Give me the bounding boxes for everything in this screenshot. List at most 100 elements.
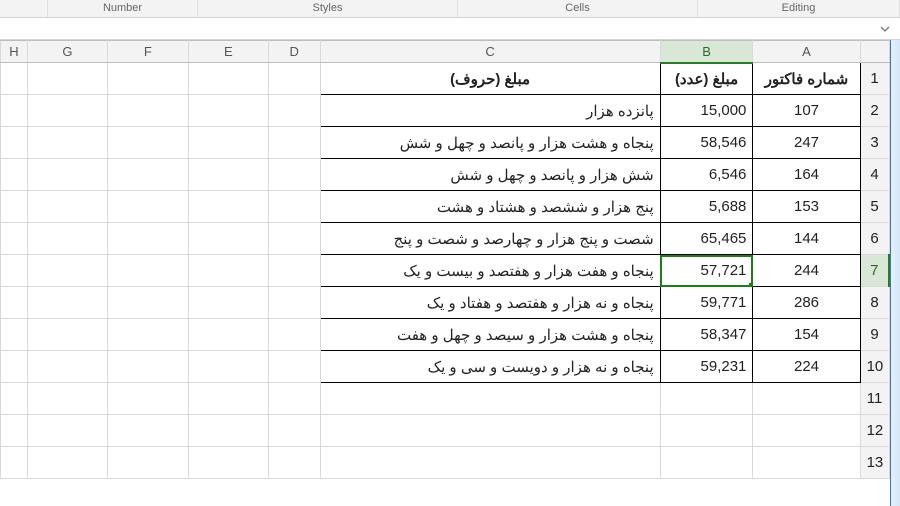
cell-empty[interactable] xyxy=(27,255,107,287)
row-header[interactable]: 10 xyxy=(860,351,889,383)
row-header[interactable]: 13 xyxy=(860,447,889,479)
col-header-B[interactable]: B xyxy=(660,41,753,63)
cell-empty[interactable] xyxy=(188,383,268,415)
cell-B9[interactable]: 58,347 xyxy=(660,319,753,351)
formula-bar-expand-icon[interactable] xyxy=(878,22,892,36)
row-header[interactable]: 9 xyxy=(860,319,889,351)
row-header[interactable]: 7 xyxy=(860,255,889,287)
cell-C4[interactable]: شش هزار و پانصد و چهل و شش xyxy=(320,159,660,191)
cell-B4[interactable]: 6,546 xyxy=(660,159,753,191)
cell-empty[interactable] xyxy=(188,159,268,191)
cell-B6[interactable]: 65,465 xyxy=(660,223,753,255)
cell-empty[interactable] xyxy=(188,223,268,255)
cell-B7[interactable]: 57,721 xyxy=(660,255,753,287)
cell-empty[interactable] xyxy=(188,127,268,159)
col-header-E[interactable]: E xyxy=(188,41,268,63)
row-header[interactable]: 5 xyxy=(860,191,889,223)
cell-empty[interactable] xyxy=(108,95,188,127)
cell-C3[interactable]: پنجاه و هشت هزار و پانصد و چهل و شش xyxy=(320,127,660,159)
row-header[interactable]: 4 xyxy=(860,159,889,191)
cell-empty[interactable] xyxy=(1,223,28,255)
cell-B10[interactable]: 59,231 xyxy=(660,351,753,383)
cell-empty[interactable] xyxy=(320,383,660,415)
cell-empty[interactable] xyxy=(108,383,188,415)
cell-C9[interactable]: پنجاه و هشت هزار و سیصد و چهل و هفت xyxy=(320,319,660,351)
cell-A9[interactable]: 154 xyxy=(753,319,860,351)
cell-B5[interactable]: 5,688 xyxy=(660,191,753,223)
cell-empty[interactable] xyxy=(753,415,860,447)
cell-empty[interactable] xyxy=(268,351,320,383)
row-header[interactable]: 11 xyxy=(860,383,889,415)
select-all-corner[interactable] xyxy=(860,41,889,63)
cell-A8[interactable]: 286 xyxy=(753,287,860,319)
cell-empty[interactable] xyxy=(268,383,320,415)
cell-C2[interactable]: پانزده هزار xyxy=(320,95,660,127)
cell-B3[interactable]: 58,546 xyxy=(660,127,753,159)
cell-empty[interactable] xyxy=(27,159,107,191)
cell-empty[interactable] xyxy=(1,287,28,319)
cell-empty[interactable] xyxy=(108,255,188,287)
cell-C7[interactable]: پنجاه و هفت هزار و هفتصد و بیست و یک xyxy=(320,255,660,287)
cell-empty[interactable] xyxy=(108,319,188,351)
cell-empty[interactable] xyxy=(1,383,28,415)
cell-empty[interactable] xyxy=(268,415,320,447)
cell-empty[interactable] xyxy=(188,351,268,383)
cell-A1-header[interactable]: شماره فاکتور xyxy=(753,63,860,95)
cell-empty[interactable] xyxy=(1,351,28,383)
cell-A6[interactable]: 144 xyxy=(753,223,860,255)
cell-empty[interactable] xyxy=(1,95,28,127)
cell-empty[interactable] xyxy=(1,255,28,287)
row-header[interactable]: 8 xyxy=(860,287,889,319)
cell-empty[interactable] xyxy=(268,95,320,127)
cell-empty[interactable] xyxy=(268,127,320,159)
col-header-F[interactable]: F xyxy=(108,41,188,63)
cell-empty[interactable] xyxy=(108,191,188,223)
cell-C1-header[interactable]: مبلغ (حروف) xyxy=(320,63,660,95)
cell-A3[interactable]: 247 xyxy=(753,127,860,159)
cell-empty[interactable] xyxy=(108,351,188,383)
cell-empty[interactable] xyxy=(1,447,28,479)
cell-empty[interactable] xyxy=(1,191,28,223)
cell-empty[interactable] xyxy=(108,159,188,191)
cell-empty[interactable] xyxy=(188,63,268,95)
cell-empty[interactable] xyxy=(1,415,28,447)
cell-C10[interactable]: پنجاه و نه هزار و دویست و سی و یک xyxy=(320,351,660,383)
cell-empty[interactable] xyxy=(268,223,320,255)
cell-B8[interactable]: 59,771 xyxy=(660,287,753,319)
col-header-G[interactable]: G xyxy=(27,41,107,63)
cell-A10[interactable]: 224 xyxy=(753,351,860,383)
col-header-H[interactable]: H xyxy=(1,41,28,63)
cell-empty[interactable] xyxy=(1,63,28,95)
cell-empty[interactable] xyxy=(27,287,107,319)
cell-empty[interactable] xyxy=(660,383,753,415)
cell-empty[interactable] xyxy=(27,415,107,447)
cell-empty[interactable] xyxy=(1,127,28,159)
row-header[interactable]: 3 xyxy=(860,127,889,159)
cell-empty[interactable] xyxy=(660,447,753,479)
cell-empty[interactable] xyxy=(320,447,660,479)
cell-C6[interactable]: شصت و پنج هزار و چهارصد و شصت و پنج xyxy=(320,223,660,255)
cell-empty[interactable] xyxy=(27,95,107,127)
cell-empty[interactable] xyxy=(1,319,28,351)
cell-B1-header[interactable]: مبلغ (عدد) xyxy=(660,63,753,95)
cell-empty[interactable] xyxy=(188,415,268,447)
cell-empty[interactable] xyxy=(188,447,268,479)
row-header[interactable]: 12 xyxy=(860,415,889,447)
cell-empty[interactable] xyxy=(188,287,268,319)
cell-A7[interactable]: 244 xyxy=(753,255,860,287)
cell-empty[interactable] xyxy=(27,223,107,255)
row-header[interactable]: 1 xyxy=(860,63,889,95)
cell-empty[interactable] xyxy=(27,63,107,95)
cell-C8[interactable]: پنجاه و نه هزار و هفتصد و هفتاد و یک xyxy=(320,287,660,319)
row-header[interactable]: 2 xyxy=(860,95,889,127)
cell-empty[interactable] xyxy=(753,447,860,479)
cell-A4[interactable]: 164 xyxy=(753,159,860,191)
cell-empty[interactable] xyxy=(268,319,320,351)
cell-A2[interactable]: 107 xyxy=(753,95,860,127)
cell-empty[interactable] xyxy=(188,255,268,287)
cell-empty[interactable] xyxy=(268,159,320,191)
cell-empty[interactable] xyxy=(268,191,320,223)
cell-empty[interactable] xyxy=(188,95,268,127)
row-header[interactable]: 6 xyxy=(860,223,889,255)
col-header-C[interactable]: C xyxy=(320,41,660,63)
